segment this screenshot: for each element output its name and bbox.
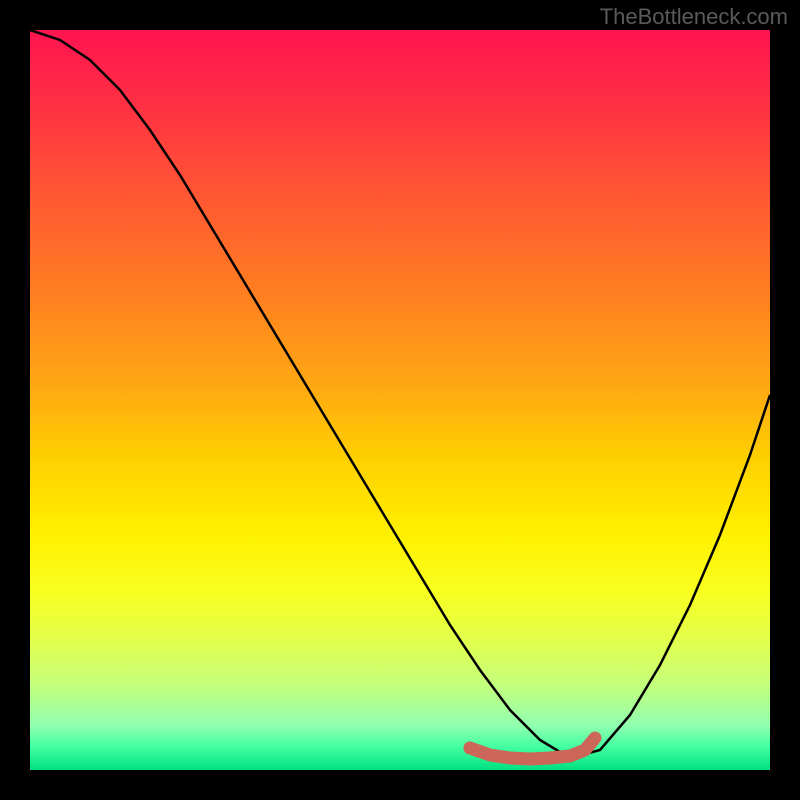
- plot-area: [30, 30, 770, 770]
- curve-overlay: [30, 30, 770, 770]
- chart-container: TheBottleneck.com: [0, 0, 800, 800]
- bottleneck-curve-line: [30, 30, 770, 758]
- optimal-point-dot: [464, 742, 477, 755]
- watermark-text: TheBottleneck.com: [600, 4, 788, 30]
- optimal-range-marker: [470, 738, 595, 759]
